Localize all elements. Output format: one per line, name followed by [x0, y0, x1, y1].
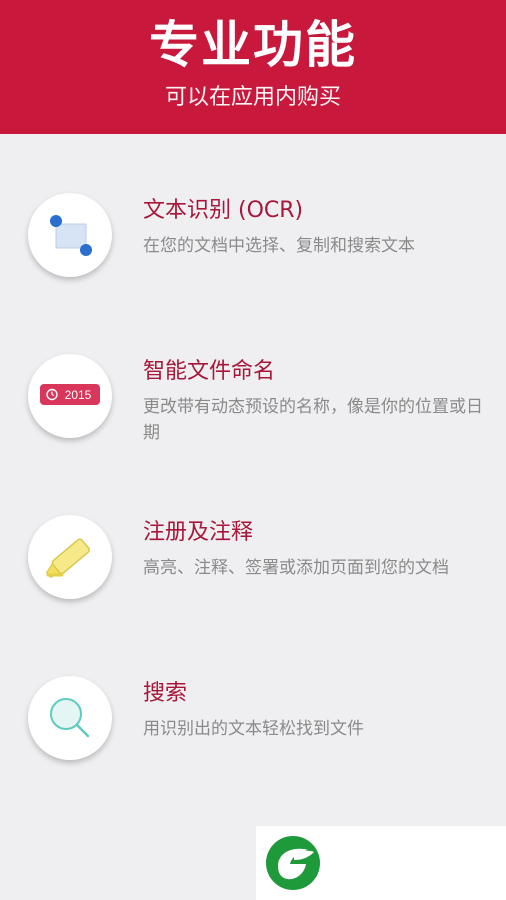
- feature-title: 搜索: [143, 681, 188, 706]
- green-leaf-logo-icon: [266, 836, 320, 890]
- feature-search-icon-circle: [28, 676, 112, 760]
- date-tag-text: 2015: [65, 388, 92, 402]
- header-banner: 专业功能 可以在应用内购买: [0, 0, 506, 134]
- page-subtitle: 可以在应用内购买: [164, 85, 341, 110]
- ocr-selection-icon: [50, 215, 92, 256]
- date-tag-icon: 2015: [40, 384, 100, 405]
- feature-description: 更改带有动态预设的名称，像是你的位置或日期: [143, 397, 483, 443]
- feature-title: 智能文件命名: [143, 359, 276, 384]
- page-title: 专业功能: [149, 16, 357, 74]
- feature-description: 高亮、注释、签署或添加页面到您的文档: [143, 558, 449, 578]
- feature-title: 文本识别 (OCR): [143, 198, 304, 223]
- feature-description: 在您的文档中选择、复制和搜索文本: [143, 236, 415, 256]
- feature-description: 用识别出的文本轻松找到文件: [143, 719, 364, 739]
- feature-title: 注册及注释: [143, 520, 254, 545]
- highlighter-icon: [45, 538, 90, 579]
- search-icon: [50, 698, 90, 738]
- watermark-logo-area: [256, 826, 506, 900]
- feature-annotate-icon-circle: [28, 515, 112, 599]
- feature-naming-icon-circle: 2015: [28, 354, 112, 438]
- feature-ocr-icon-circle: [28, 193, 112, 277]
